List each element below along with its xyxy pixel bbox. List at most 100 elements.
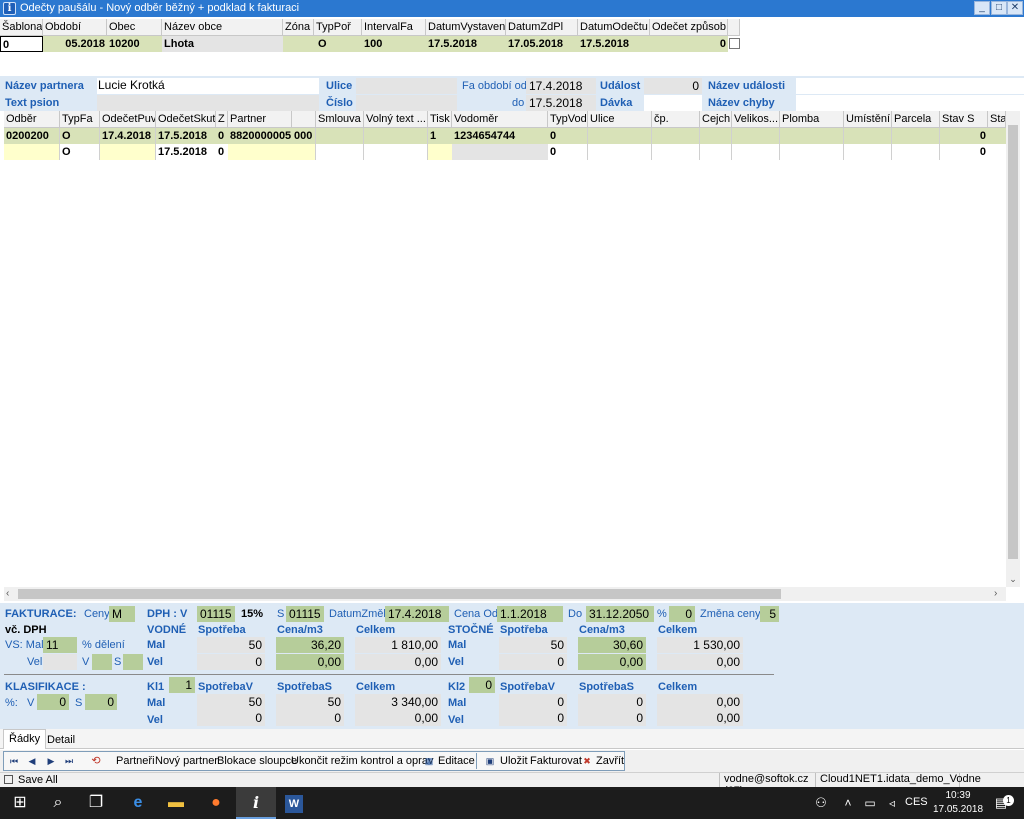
kl2-field[interactable]: 0 — [469, 677, 495, 693]
vodne-mal-spotreba[interactable]: 50 — [197, 637, 265, 653]
vs-vel-field[interactable] — [43, 654, 77, 670]
nazev-partnera-field[interactable]: Lucie Krotká — [97, 78, 319, 94]
firefox-icon[interactable]: ● — [196, 787, 236, 819]
scroll-right-icon[interactable]: › — [994, 587, 1004, 601]
start-windows-icon[interactable]: ⊞ — [0, 787, 40, 819]
col-header-cejch[interactable]: Cejch — [700, 111, 732, 128]
row1-tisk[interactable]: 1 — [428, 128, 452, 144]
app-taskbar-icon[interactable]: i — [236, 787, 276, 819]
kl2-vel-spotrebav[interactable]: 0 — [499, 710, 567, 726]
file-explorer-icon[interactable]: ▬ — [156, 787, 196, 819]
row1-stav-s[interactable]: 0 — [940, 128, 988, 144]
tray-chevron-icon[interactable]: ˄ — [836, 787, 860, 819]
cislo-field[interactable] — [356, 95, 457, 111]
novy-partner-button[interactable]: Nový partner — [155, 751, 218, 771]
kl2-vel-celkem[interactable]: 0,00 — [657, 710, 743, 726]
kl2-mal-celkem[interactable]: 0,00 — [657, 694, 743, 710]
kl1-field[interactable]: 1 — [169, 677, 195, 693]
row2-z[interactable]: 0 — [216, 144, 228, 160]
col-header-z[interactable]: Z — [216, 111, 228, 128]
zavrit-button[interactable]: Zavřít — [596, 751, 624, 771]
close-button[interactable]: ✕ — [1007, 1, 1023, 15]
cell-zona[interactable] — [283, 36, 314, 52]
dph-s-field[interactable]: 01115 — [286, 606, 324, 622]
word-icon[interactable]: W — [274, 787, 314, 819]
vertical-scrollbar[interactable]: ⌄ — [1006, 111, 1020, 587]
col-header-typvod[interactable]: TypVod — [548, 111, 588, 128]
vodne-mal-celkem[interactable]: 1 810,00 — [355, 637, 441, 653]
davka-field[interactable] — [644, 95, 702, 111]
kl2-mal-spotrebas[interactable]: 0 — [578, 694, 646, 710]
scroll-left-icon[interactable]: ‹ — [6, 587, 16, 601]
col-header-smlouva[interactable]: Smlouva — [316, 111, 364, 128]
klas-s-field[interactable]: 0 — [85, 694, 117, 710]
cell-intervalfa[interactable]: 100 — [362, 36, 426, 52]
vodne-vel-celkem[interactable]: 0,00 — [355, 654, 441, 670]
col-header-datumzdpl[interactable]: DatumZdPl — [506, 19, 578, 36]
row1-z[interactable]: 0 — [216, 128, 228, 144]
row2-tisk[interactable] — [428, 144, 452, 160]
nazev-chyby-field[interactable] — [796, 95, 1024, 111]
ulice-field[interactable] — [356, 78, 457, 94]
stocne-mal-celkem[interactable]: 1 530,00 — [657, 637, 743, 653]
save-all-label[interactable]: Save All — [18, 774, 58, 786]
network-icon[interactable]: ▭ — [858, 787, 882, 819]
kl2-mal-spotrebav[interactable]: 0 — [499, 694, 567, 710]
partneri-button[interactable]: Partneři — [116, 751, 155, 771]
cell-datumzdpl[interactable]: 17.05.2018 — [506, 36, 578, 52]
row1-volny-text[interactable] — [364, 128, 428, 144]
row2-odber[interactable] — [4, 144, 60, 160]
last-record-icon[interactable]: ⏭ — [62, 754, 76, 768]
prev-record-icon[interactable]: ◀ — [25, 754, 39, 768]
first-record-icon[interactable]: ⏮ — [7, 754, 21, 768]
col-header-obec[interactable]: Obec — [107, 19, 162, 36]
row2-typvod[interactable]: 0 — [548, 144, 588, 160]
stocne-vel-cena[interactable]: 0,00 — [578, 654, 646, 670]
row2-typfa[interactable]: O — [60, 144, 100, 160]
col-header-intervalfa[interactable]: IntervalFa — [362, 19, 426, 36]
stocne-vel-celkem[interactable]: 0,00 — [657, 654, 743, 670]
kl1-mal-spotrebas[interactable]: 50 — [276, 694, 344, 710]
edge-icon[interactable]: e — [118, 787, 158, 819]
row1-typfa[interactable]: O — [60, 128, 100, 144]
vodne-mal-cena[interactable]: 36,20 — [276, 637, 344, 653]
col-header-velikost[interactable]: Velikos... — [732, 111, 780, 128]
col-header-blank[interactable] — [292, 111, 316, 128]
next-record-icon[interactable]: ▶ — [44, 754, 58, 768]
language-indicator[interactable]: CES — [905, 796, 928, 808]
datumzmek-field[interactable]: 17.4.2018 — [385, 606, 449, 622]
clock-time[interactable]: 10:39 — [932, 790, 984, 801]
nazev-udalosti-field[interactable] — [796, 78, 1024, 94]
horizontal-scrollbar[interactable]: ‹ › — [4, 587, 1006, 601]
kl1-vel-spotrebas[interactable]: 0 — [276, 710, 344, 726]
row1-partner-suffix[interactable]: 000 — [292, 128, 316, 144]
col-header-stav-s[interactable]: Stav S — [940, 111, 988, 128]
col-header-odber[interactable]: Odběr — [4, 111, 60, 128]
tab-radky[interactable]: Řádky — [3, 729, 47, 749]
col-header-zona[interactable]: Zóna — [283, 19, 314, 36]
zmena-ceny-field[interactable]: 5 — [760, 606, 779, 622]
ulozit-button[interactable]: Uložit — [500, 751, 528, 771]
row1-odecetpuv[interactable]: 17.4.2018 — [100, 128, 156, 144]
blokace-sloupce-button[interactable]: Blokace sloupce — [217, 751, 297, 771]
kl1-vel-celkem[interactable]: 0,00 — [355, 710, 441, 726]
stocne-mal-cena[interactable]: 30,60 — [578, 637, 646, 653]
col-header-cp[interactable]: čp. — [652, 111, 700, 128]
col-header-datumvystaveni[interactable]: DatumVystavení — [426, 19, 506, 36]
stocne-mal-spotreba[interactable]: 50 — [499, 637, 567, 653]
kl1-mal-celkem[interactable]: 3 340,00 — [355, 694, 441, 710]
dph-v-field[interactable]: 01115 — [197, 606, 235, 622]
col-header-partner[interactable]: Partner — [228, 111, 292, 128]
row2-odecetskut[interactable]: 17.5.2018 — [156, 144, 216, 160]
horizontal-scroll-thumb[interactable] — [18, 589, 781, 599]
col-header-parcela[interactable]: Parcela — [892, 111, 940, 128]
klas-v-field[interactable]: 0 — [37, 694, 69, 710]
col-header-sablona[interactable]: Šablona — [0, 19, 43, 36]
col-header-plomba[interactable]: Plomba — [780, 111, 844, 128]
search-icon[interactable]: ⌕ — [38, 787, 78, 819]
volume-muted-icon[interactable]: ◃ — [880, 787, 904, 819]
row2-odecetpuv[interactable] — [100, 144, 156, 160]
row1-partner[interactable]: 8820000005 — [228, 128, 292, 144]
row1-odecetskut[interactable]: 17.5.2018 — [156, 128, 216, 144]
cell-sablona[interactable]: 0 — [0, 36, 43, 52]
